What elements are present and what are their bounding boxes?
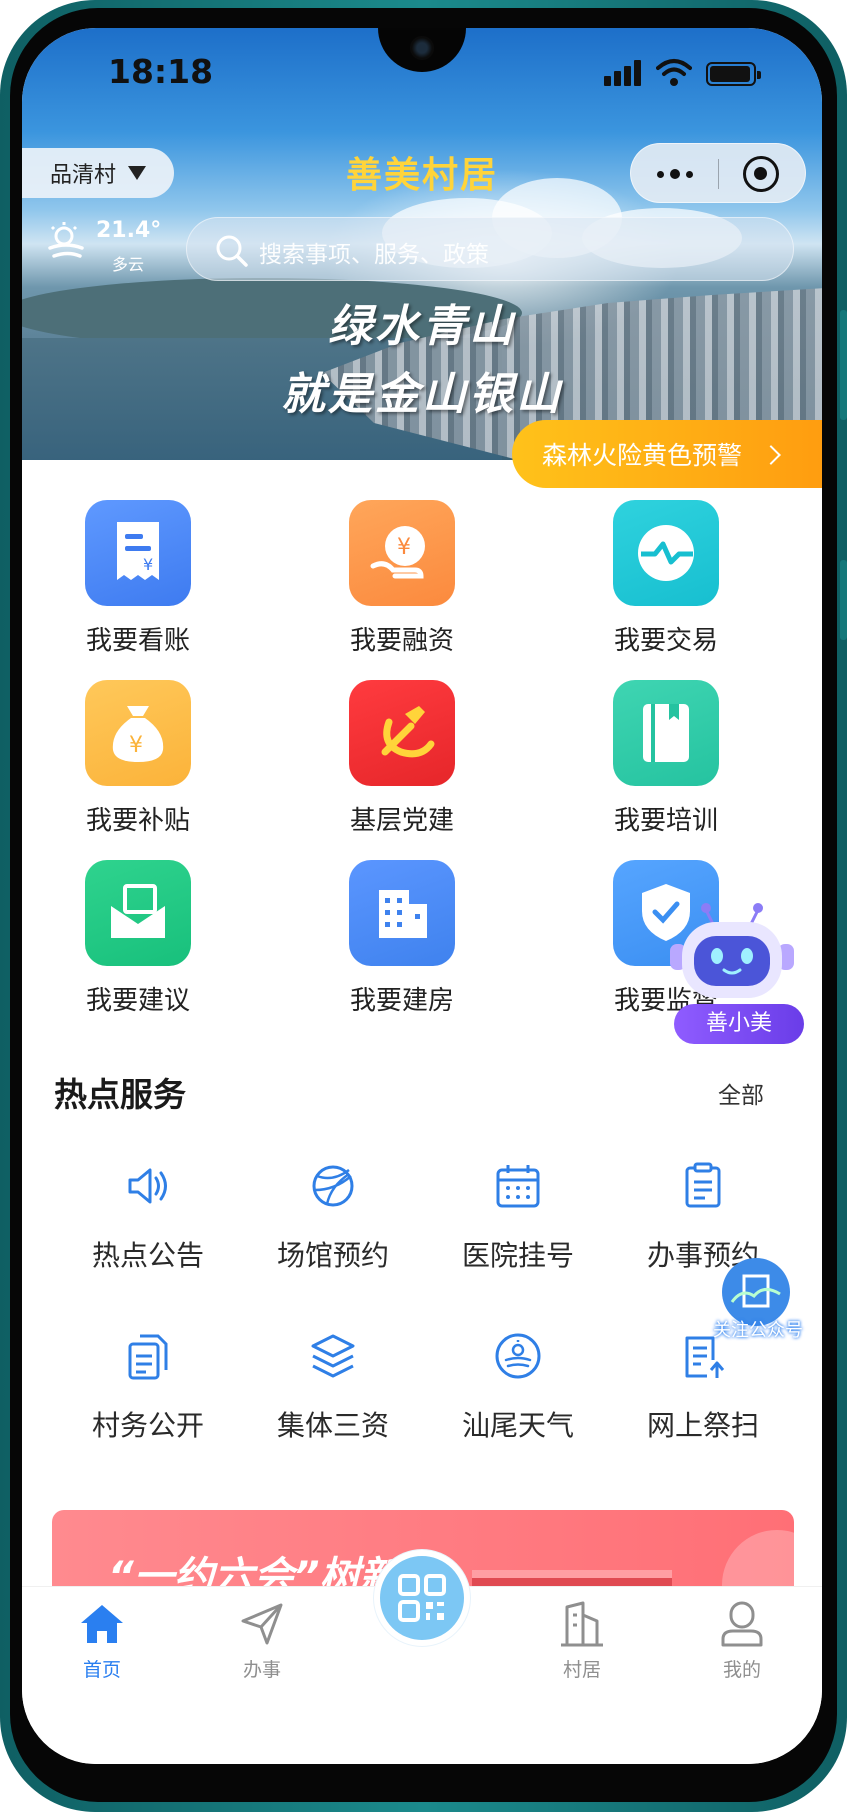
- close-miniprogram-icon[interactable]: [743, 156, 779, 192]
- service-label: 我要交易: [613, 626, 718, 656]
- qr-code-icon: [398, 1574, 446, 1622]
- hot-service-label: 医院挂号: [461, 1239, 574, 1272]
- search-placeholder: 搜索事项、服务、政策: [259, 242, 489, 268]
- book-icon: [613, 680, 719, 786]
- hot-service-announcement[interactable]: 热点公告: [58, 1160, 238, 1274]
- hot-service-label: 网上祭扫: [646, 1409, 759, 1442]
- robot-icon: [670, 903, 794, 998]
- signal-icon: [604, 60, 644, 86]
- service-training[interactable]: 我要培训: [576, 680, 756, 837]
- more-icon[interactable]: [651, 160, 699, 188]
- service-label: 我要建房: [349, 986, 454, 1016]
- search-icon: [216, 235, 248, 267]
- village-selector[interactable]: 品清村: [22, 148, 174, 198]
- hot-service-label: 汕尾天气: [461, 1409, 574, 1442]
- hot-service-label: 集体三资: [276, 1409, 389, 1442]
- service-label: 我要建议: [85, 986, 190, 1016]
- mail-icon: [85, 860, 191, 966]
- receipt-yuan-icon: ¥: [85, 500, 191, 606]
- building-outline-icon: [561, 1601, 603, 1647]
- exchange-icon: [613, 500, 719, 606]
- battery-icon: [706, 62, 761, 86]
- tab-services[interactable]: 办事: [202, 1599, 322, 1682]
- service-suggestion[interactable]: 我要建议: [48, 860, 228, 1017]
- building-icon: [349, 860, 455, 966]
- service-view-accounts[interactable]: ¥ 我要看账: [48, 500, 228, 657]
- weather-temperature: 21.4°: [96, 218, 162, 243]
- layers-icon: [311, 1334, 355, 1378]
- assistant-robot[interactable]: 善小美: [662, 896, 804, 1056]
- documents-icon: [128, 1334, 168, 1380]
- alert-text: 森林火险黄色预警: [542, 441, 743, 470]
- service-party-building[interactable]: 基层党建: [312, 680, 492, 837]
- hot-service-weather[interactable]: 汕尾天气: [428, 1330, 608, 1444]
- send-icon: [241, 1603, 283, 1645]
- app-title: 善美村居: [345, 155, 498, 196]
- user-icon: [721, 1601, 763, 1647]
- phone-frame: 绿水青山 就是金山银山 18:18 品清村 善美村居 21.4° 多云 搜索事项…: [0, 0, 847, 1812]
- hot-service-hospital[interactable]: 医院挂号: [428, 1160, 608, 1274]
- tab-label: 首页: [82, 1659, 121, 1681]
- hot-services-title: 热点服务: [54, 1075, 186, 1114]
- view-all-link[interactable]: 全部: [718, 1076, 764, 1110]
- wifi-icon: [656, 59, 692, 86]
- banner-slogan-line1: 绿水青山: [328, 301, 516, 352]
- hot-service-label: 场馆预约: [276, 1239, 389, 1272]
- chevron-right-icon: [761, 445, 781, 465]
- service-label: 我要融资: [349, 626, 454, 656]
- hot-service-village-affairs[interactable]: 村务公开: [58, 1330, 238, 1444]
- svg-text:¥: ¥: [397, 535, 411, 560]
- party-emblem-icon: [349, 680, 455, 786]
- tab-profile[interactable]: 我的: [682, 1599, 802, 1682]
- home-icon: [81, 1605, 123, 1643]
- miniprogram-capsule: [630, 143, 806, 203]
- tab-label: 办事: [242, 1659, 281, 1681]
- money-bag-icon: ¥: [85, 680, 191, 786]
- service-financing[interactable]: ¥ 我要融资: [312, 500, 492, 657]
- weather-widget[interactable]: 21.4° 多云: [46, 218, 196, 278]
- power-button: [840, 560, 847, 640]
- tab-home[interactable]: 首页: [42, 1599, 162, 1682]
- hot-service-label: 村务公开: [91, 1409, 204, 1442]
- weather-icon: [495, 1333, 541, 1379]
- service-subsidy[interactable]: ¥ 我要补贴: [48, 680, 228, 837]
- volume-button: [840, 310, 847, 420]
- hot-service-venue[interactable]: 场馆预约: [243, 1160, 423, 1274]
- service-label: 基层党建: [349, 806, 454, 836]
- follow-label: 关注公众号: [713, 1320, 803, 1341]
- qr-scan-button[interactable]: [374, 1550, 470, 1646]
- follow-official-account[interactable]: 关注公众号: [706, 1254, 806, 1354]
- hot-service-label: 热点公告: [91, 1239, 204, 1272]
- svg-text:¥: ¥: [129, 733, 143, 758]
- speaker-icon: [128, 1168, 167, 1204]
- service-label: 我要看账: [85, 626, 190, 656]
- village-name: 品清村: [50, 163, 117, 188]
- status-time: 18:18: [108, 52, 214, 91]
- basketball-icon: [312, 1165, 354, 1207]
- tab-label: 我的: [722, 1659, 761, 1681]
- tab-label: 村居: [562, 1659, 601, 1681]
- weather-icon: [48, 222, 84, 258]
- service-build-house[interactable]: 我要建房: [312, 860, 492, 1017]
- service-label: 我要补贴: [85, 806, 190, 836]
- assistant-label: 善小美: [674, 1004, 804, 1044]
- front-camera: [410, 36, 434, 60]
- fire-alert-banner[interactable]: 森林火险黄色预警: [512, 420, 822, 488]
- banner-slogan-line2: 就是金山银山: [281, 369, 563, 420]
- service-trading[interactable]: 我要交易: [576, 500, 756, 657]
- clipboard-icon: [685, 1162, 721, 1208]
- tab-village[interactable]: 村居: [522, 1599, 642, 1682]
- weather-description: 多云: [112, 255, 145, 274]
- yuan-hand-icon: ¥: [349, 500, 455, 606]
- app-screen: 绿水青山 就是金山银山 18:18 品清村 善美村居 21.4° 多云 搜索事项…: [22, 28, 822, 1764]
- calendar-icon: [496, 1165, 540, 1208]
- caret-down-icon: [128, 166, 147, 180]
- search-bar[interactable]: 搜索事项、服务、政策: [186, 217, 794, 281]
- svg-text:¥: ¥: [143, 555, 153, 574]
- service-label: 我要培训: [613, 806, 718, 836]
- hot-service-collective-assets[interactable]: 集体三资: [243, 1330, 423, 1444]
- capsule-divider: [718, 159, 719, 189]
